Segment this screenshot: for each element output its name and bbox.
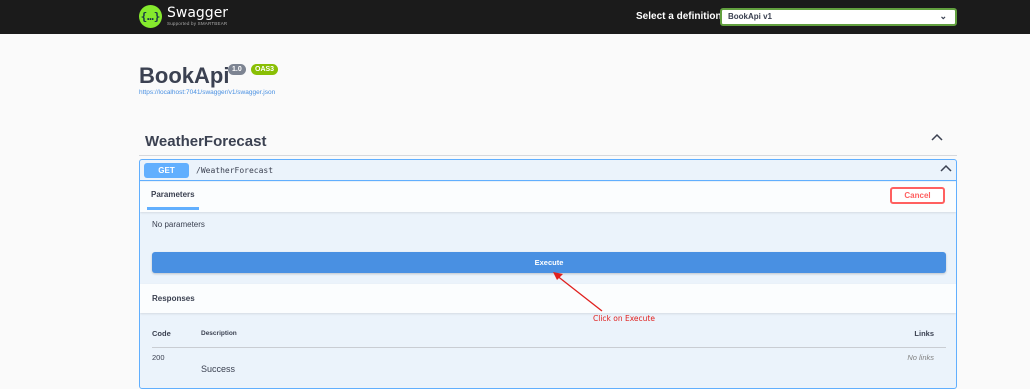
operation-path: /WeatherForecast: [196, 166, 274, 175]
response-links: No links: [907, 353, 934, 362]
parameters-header: Parameters Cancel: [140, 182, 956, 212]
spec-url-link[interactable]: https://localhost:7041/swagger/v1/swagge…: [139, 89, 275, 96]
chevron-up-icon: [931, 133, 943, 141]
topbar: {…} Swagger Supported by SMARTBEAR Selec…: [0, 0, 1030, 34]
method-badge: GET: [144, 163, 189, 178]
tag-section-header[interactable]: WeatherForecast: [139, 127, 957, 156]
column-header-description: Description: [201, 330, 237, 337]
responses-header: Responses: [140, 284, 956, 313]
version-badge: 1.0: [228, 64, 246, 75]
tab-parameters[interactable]: Parameters: [147, 190, 199, 210]
definition-label: Select a definition: [636, 11, 722, 22]
operation-block: GET /WeatherForecast Parameters Cancel N…: [139, 159, 957, 389]
swagger-logo-icon: {…}: [139, 5, 162, 28]
execute-button[interactable]: Execute: [152, 252, 946, 273]
column-header-links: Links: [914, 329, 934, 338]
column-header-code: Code: [152, 329, 171, 338]
operation-summary[interactable]: GET /WeatherForecast: [140, 160, 956, 181]
response-description: Success: [201, 364, 236, 374]
response-code: 200: [152, 353, 165, 362]
api-title: BookApi: [139, 63, 230, 88]
definition-select-value: BookApi v1: [728, 12, 773, 21]
definition-select[interactable]: BookApi v1 ⌄: [720, 8, 957, 26]
annotation-text: Click on Execute: [593, 314, 655, 323]
chevron-down-icon: ⌄: [939, 11, 947, 21]
swagger-logo[interactable]: {…} Swagger Supported by SMARTBEAR: [139, 5, 228, 28]
logo-subtitle: Supported by SMARTBEAR: [167, 21, 228, 26]
no-parameters-text: No parameters: [152, 220, 205, 229]
chevron-up-icon: [940, 164, 952, 172]
tag-name: WeatherForecast: [145, 133, 267, 150]
cancel-button[interactable]: Cancel: [890, 187, 945, 204]
responses-title: Responses: [152, 294, 195, 303]
logo-name: Swagger: [167, 5, 229, 21]
table-divider: [152, 347, 946, 348]
oas-badge: OAS3: [251, 64, 279, 75]
